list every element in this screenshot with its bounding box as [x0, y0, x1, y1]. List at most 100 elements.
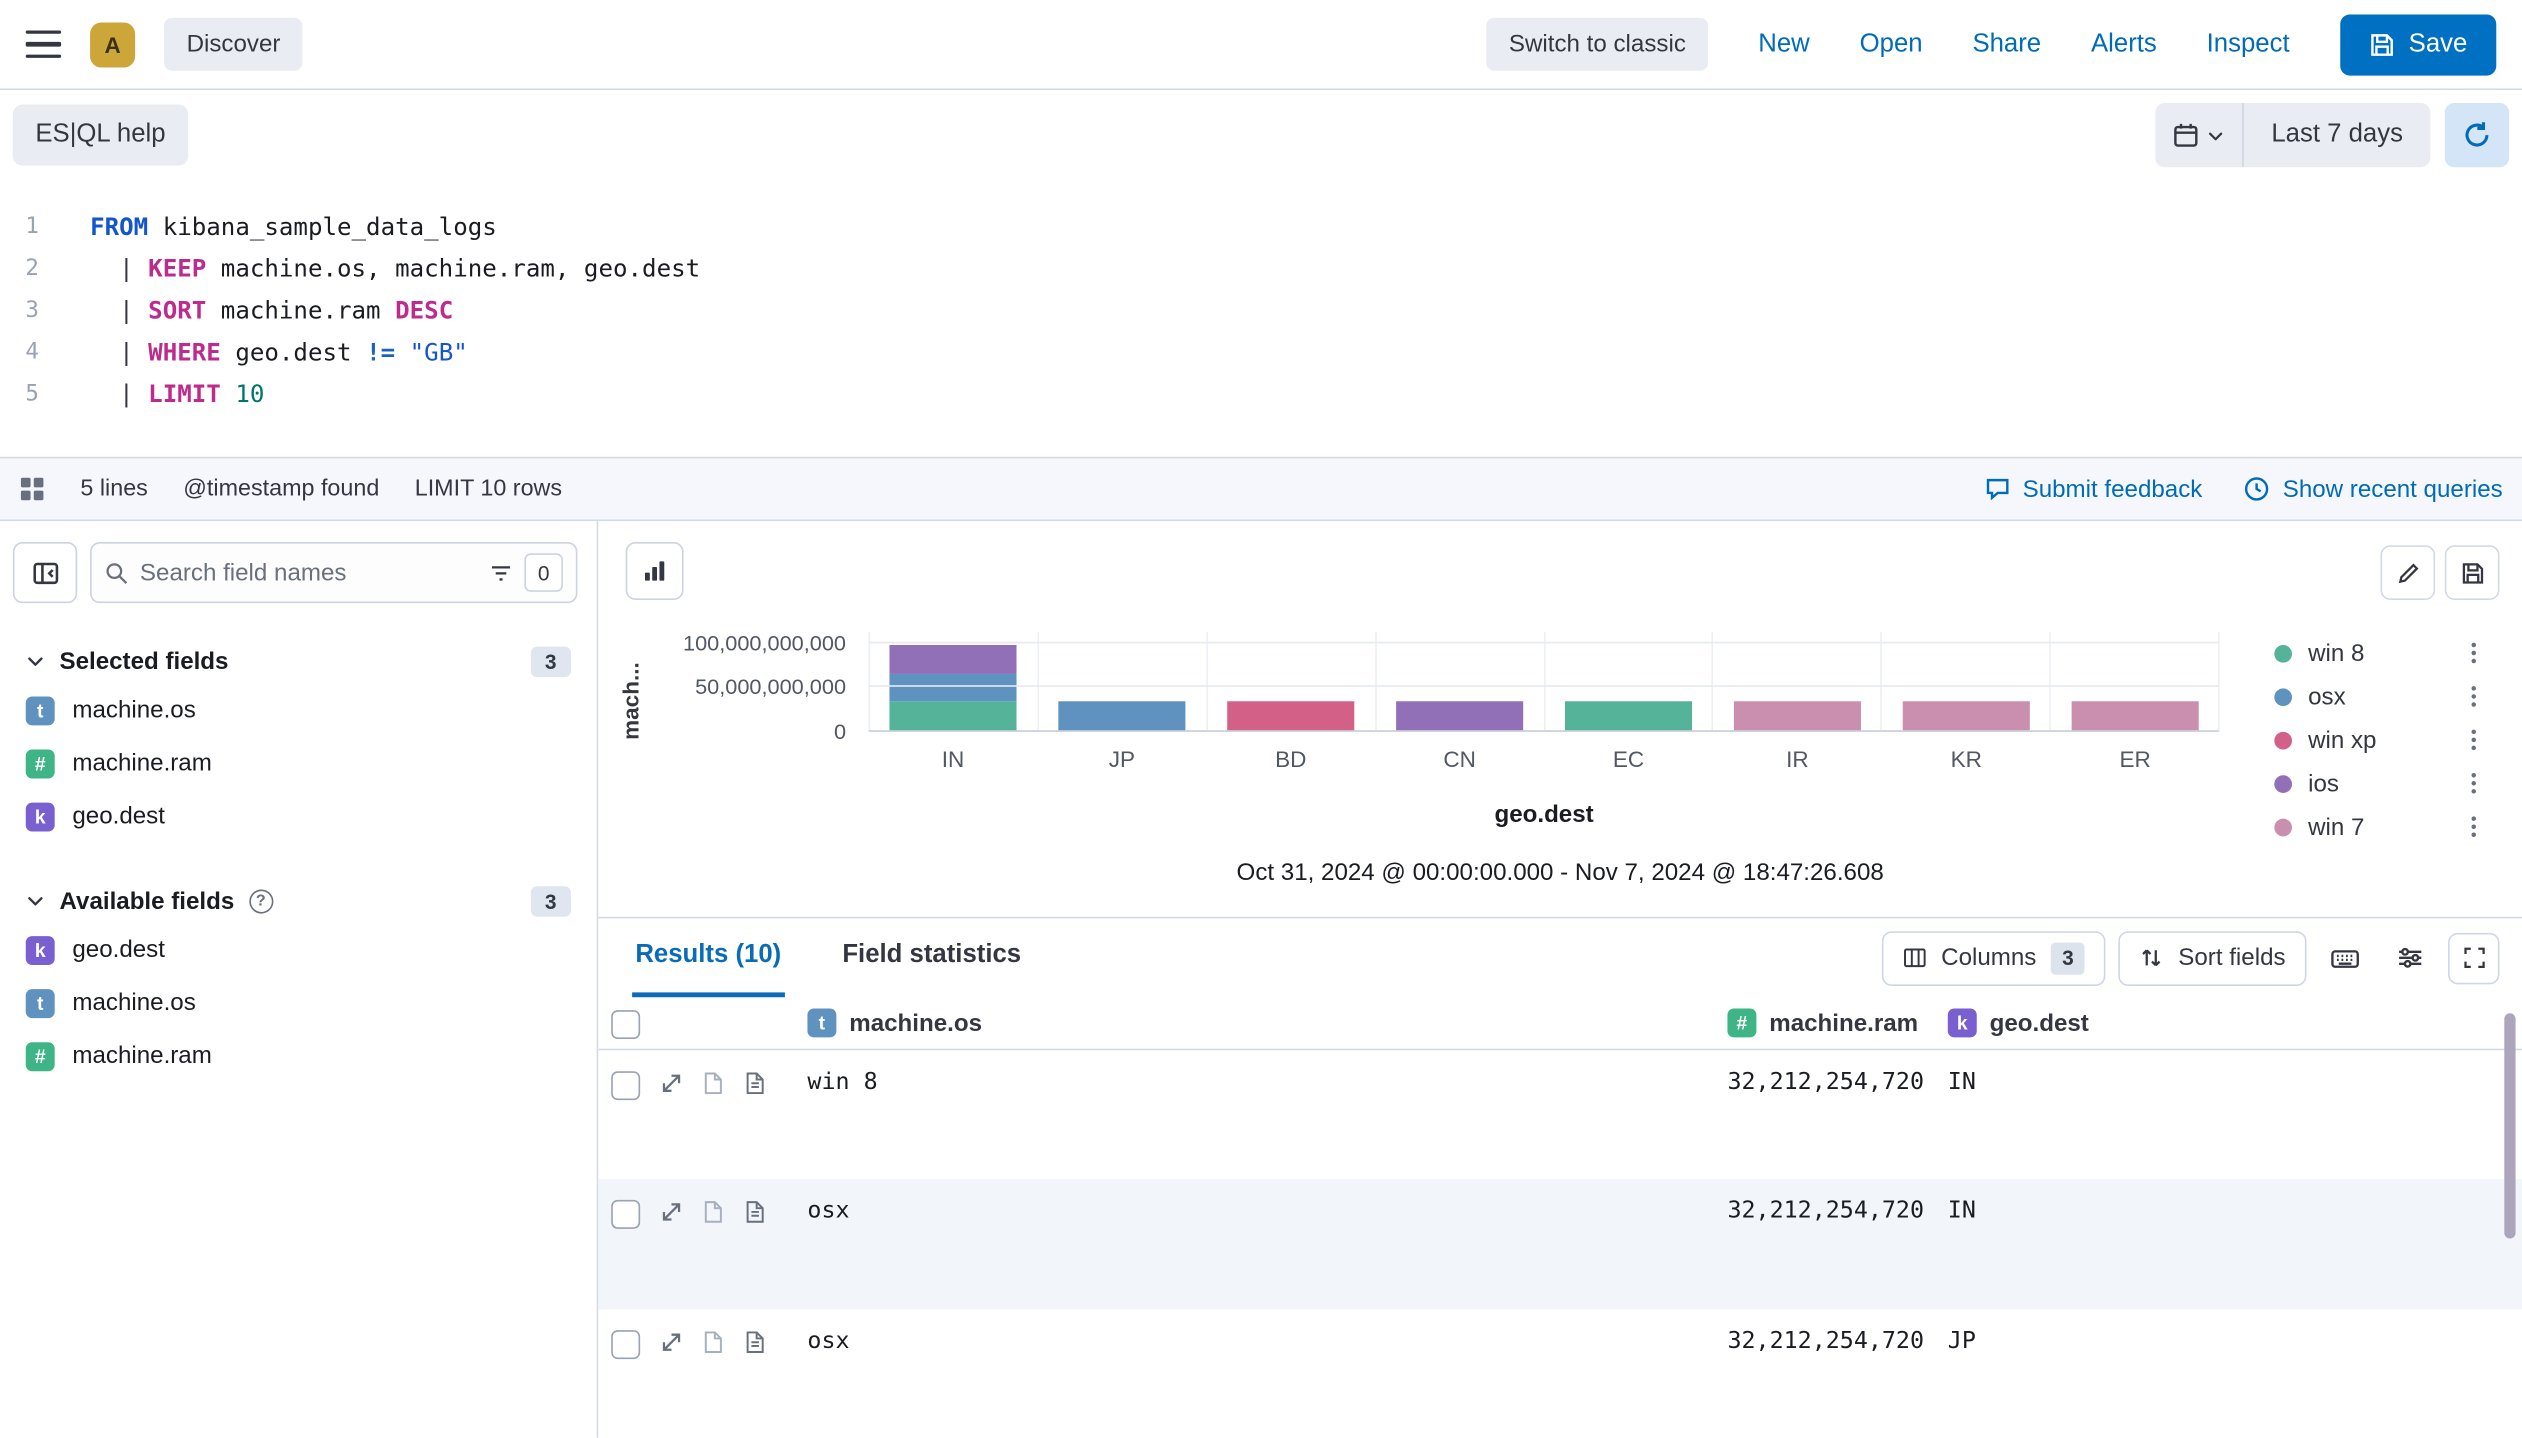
limit-rows: LIMIT 10 rows	[415, 476, 562, 502]
share-button[interactable]: Share	[1972, 30, 2041, 59]
filter-count-badge[interactable]: 0	[524, 553, 563, 592]
bar-segment-osx[interactable]	[890, 674, 1017, 702]
bar-segment-ios[interactable]	[1396, 702, 1523, 730]
row-checkbox[interactable]	[611, 1200, 640, 1229]
tab-field-statistics[interactable]: Field statistics	[839, 918, 1024, 997]
query-bar-right: Last 7 days	[2156, 103, 2510, 167]
avatar[interactable]: A	[90, 22, 135, 67]
switch-to-classic-button[interactable]: Switch to classic	[1486, 18, 1708, 71]
gridline	[869, 641, 2218, 643]
edit-visualization-button[interactable]	[2380, 545, 2435, 600]
legend-menu-icon[interactable]	[2471, 814, 2477, 840]
table-row[interactable]: win 8 32,212,254,720 IN	[598, 1050, 2522, 1179]
vertical-scrollbar[interactable]	[2504, 1013, 2515, 1238]
new-button[interactable]: New	[1758, 30, 1809, 59]
cell-machine-os: osx	[795, 1199, 1715, 1225]
bar-segment-win-xp[interactable]	[1228, 702, 1355, 730]
doc-viewer-icon[interactable]	[743, 1330, 767, 1354]
display-options-button[interactable]	[2384, 932, 2435, 983]
filter-icon[interactable]	[489, 561, 513, 585]
save-visualization-button[interactable]	[2445, 545, 2500, 600]
bar-segment-win-7[interactable]	[1902, 702, 2029, 730]
field-item-machine-ram[interactable]: # machine.ram	[13, 1029, 578, 1082]
bar-group-ER[interactable]	[2049, 632, 2218, 730]
x-tick: IN	[869, 746, 1038, 772]
bar-group-EC[interactable]	[1543, 632, 1712, 730]
bar-segment-ios[interactable]	[890, 646, 1017, 674]
esql-help-button[interactable]: ES|QL help	[13, 105, 188, 166]
legend-item-winxp[interactable]: win xp	[2274, 724, 2477, 756]
bar-group-BD[interactable]	[1206, 632, 1375, 730]
field-item-machine-os[interactable]: t machine.os	[13, 976, 578, 1029]
legend-menu-icon[interactable]	[2471, 770, 2477, 796]
bar-segment-win-7[interactable]	[2071, 702, 2198, 730]
inspect-button[interactable]: Inspect	[2207, 30, 2290, 59]
column-header-machine-os[interactable]: t machine.os	[795, 1008, 1715, 1037]
legend-menu-icon[interactable]	[2471, 640, 2477, 666]
chart-actions	[2380, 545, 2499, 600]
legend-item-ios[interactable]: ios	[2274, 767, 2477, 799]
refresh-button[interactable]	[2445, 103, 2509, 167]
show-recent-queries-link[interactable]: Show recent queries	[2244, 475, 2503, 502]
legend-menu-icon[interactable]	[2471, 684, 2477, 710]
row-checkbox[interactable]	[611, 1071, 640, 1100]
collapse-sidebar-button[interactable]	[13, 542, 77, 603]
field-item-machine-ram[interactable]: # machine.ram	[13, 737, 578, 790]
field-name: machine.ram	[72, 1042, 211, 1069]
bar-segment-win-8[interactable]	[890, 702, 1017, 730]
legend-item-win8[interactable]: win 8	[2274, 637, 2477, 669]
open-button[interactable]: Open	[1860, 30, 1923, 59]
select-all-checkbox[interactable]	[611, 1009, 640, 1038]
bar-group-JP[interactable]	[1037, 632, 1206, 730]
bar-group-CN[interactable]	[1375, 632, 1544, 730]
legend-menu-icon[interactable]	[2471, 727, 2477, 753]
field-item-geo-dest[interactable]: k geo.dest	[13, 790, 578, 843]
time-range-button[interactable]: Last 7 days	[2244, 103, 2430, 167]
table-row[interactable]: osx 32,212,254,720 IN	[598, 1179, 2522, 1308]
bar-group-KR[interactable]	[1881, 632, 2050, 730]
doc-viewer-icon[interactable]	[743, 1200, 767, 1224]
selected-fields-header[interactable]: Selected fields 3	[13, 642, 578, 681]
available-fields-header[interactable]: Available fields ? 3	[13, 881, 578, 920]
expand-document-icon[interactable]	[659, 1071, 683, 1095]
keyboard-shortcuts-button[interactable]	[2319, 932, 2370, 983]
table-row[interactable]: osx 32,212,254,720 JP	[598, 1309, 2522, 1438]
bar-segment-osx[interactable]	[1059, 702, 1186, 730]
sort-fields-button[interactable]: Sort fields	[2119, 930, 2307, 985]
text-field-icon: t	[26, 988, 55, 1017]
alerts-button[interactable]: Alerts	[2091, 30, 2157, 59]
degraded-doc-icon[interactable]	[701, 1071, 725, 1095]
fullscreen-button[interactable]	[2448, 932, 2499, 983]
doc-viewer-icon[interactable]	[743, 1071, 767, 1095]
field-item-geo-dest[interactable]: k geo.dest	[13, 923, 578, 976]
breadcrumb-discover[interactable]: Discover	[164, 18, 303, 71]
menu-icon[interactable]	[26, 30, 61, 58]
expand-document-icon[interactable]	[659, 1330, 683, 1354]
legend-label: win xp	[2308, 726, 2454, 753]
save-icon	[2368, 31, 2394, 57]
search-input[interactable]	[140, 559, 478, 586]
tab-results[interactable]: Results (10)	[632, 918, 784, 997]
column-header-geo-dest[interactable]: k geo.dest	[1935, 1008, 2522, 1037]
cell-geo-dest: IN	[1935, 1199, 2522, 1225]
degraded-doc-icon[interactable]	[701, 1200, 725, 1224]
degraded-doc-icon[interactable]	[701, 1330, 725, 1354]
chart-options-button[interactable]	[626, 542, 684, 600]
code-token: "GB"	[395, 338, 468, 367]
columns-button[interactable]: Columns 3	[1882, 930, 2106, 985]
date-picker-calendar-button[interactable]	[2156, 103, 2244, 167]
bar-group-IN[interactable]	[869, 632, 1038, 730]
legend-item-osx[interactable]: osx	[2274, 680, 2477, 712]
submit-feedback-link[interactable]: Submit feedback	[1984, 475, 2202, 502]
legend-item-win7[interactable]: win 7	[2274, 811, 2477, 843]
bar-segment-win-8[interactable]	[1565, 702, 1692, 730]
field-item-machine-os[interactable]: t machine.os	[13, 684, 578, 737]
bar-group-IR[interactable]	[1712, 632, 1881, 730]
bar-segment-win-7[interactable]	[1734, 702, 1861, 730]
row-checkbox[interactable]	[611, 1330, 640, 1359]
column-header-machine-ram[interactable]: # machine.ram	[1715, 1008, 1935, 1037]
expand-document-icon[interactable]	[659, 1200, 683, 1224]
save-button[interactable]: Save	[2339, 14, 2496, 75]
help-icon[interactable]: ?	[249, 889, 273, 913]
esql-editor[interactable]: 1 FROM kibana_sample_data_logs 2 | KEEP …	[0, 180, 2522, 457]
